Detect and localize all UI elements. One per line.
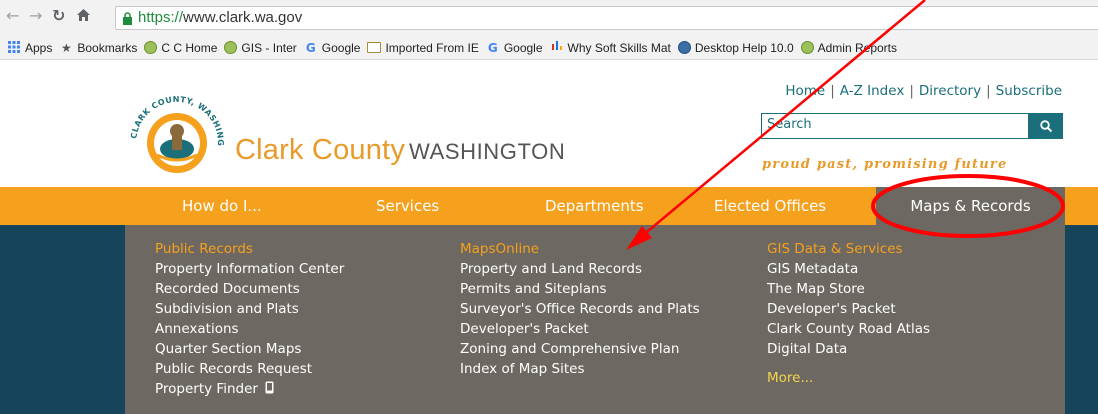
- dropdown-link[interactable]: GIS Metadata: [767, 259, 930, 279]
- dropdown-link[interactable]: Recorded Documents: [155, 279, 344, 299]
- dropdown-link[interactable]: Index of Map Sites: [460, 359, 700, 379]
- dropdown-column-mapsonline: MapsOnline Property and Land Records Per…: [460, 239, 700, 379]
- bookmarks-bar: Apps ★ Bookmarks C C Home GIS - Inter G Go…: [0, 36, 1098, 60]
- search-input[interactable]: Search: [761, 113, 1029, 139]
- utility-nav: Home | A-Z Index | Directory | Subscribe: [785, 83, 1062, 99]
- utility-link-directory[interactable]: Directory: [919, 83, 981, 99]
- dropdown-link[interactable]: Clark County Road Atlas: [767, 319, 930, 339]
- search-icon: [1039, 119, 1052, 132]
- reload-icon[interactable]: ↻: [52, 8, 65, 24]
- dropdown-link-property-finder[interactable]: Property Finder: [155, 379, 344, 399]
- brand-state: WASHINGTON: [409, 139, 566, 164]
- bookmark-imported-from-ie[interactable]: Imported From IE: [367, 41, 479, 55]
- county-seal-logo[interactable]: CLARK COUNTY, WASHINGTON: [122, 81, 232, 191]
- dropdown-column-gis: GIS Data & Services GIS Metadata The Map…: [767, 239, 930, 388]
- dropdown-link[interactable]: Digital Data: [767, 339, 930, 359]
- bookmark-apps[interactable]: Apps: [7, 40, 52, 55]
- back-arrow-icon[interactable]: ←: [6, 8, 19, 24]
- search-button[interactable]: [1029, 113, 1063, 139]
- home-icon[interactable]: [76, 8, 91, 25]
- nav-departments[interactable]: Departments: [545, 187, 644, 225]
- dropdown-link[interactable]: Zoning and Comprehensive Plan: [460, 339, 700, 359]
- more-link[interactable]: More...: [767, 368, 930, 388]
- dropdown-link[interactable]: Annexations: [155, 319, 344, 339]
- address-bar[interactable]: https://www.clark.wa.gov: [115, 6, 1098, 30]
- divider: |: [986, 83, 991, 99]
- bookmark-admin-reports[interactable]: Admin Reports: [800, 41, 897, 55]
- globe-icon: [144, 41, 158, 54]
- nav-maps-and-records[interactable]: Maps & Records: [876, 187, 1065, 225]
- url-text: https://www.clark.wa.gov: [138, 9, 303, 26]
- google-icon: G: [487, 40, 498, 55]
- globe-icon: [800, 41, 814, 54]
- site-header: CLARK COUNTY, WASHINGTON Clark CountyWAS…: [0, 61, 1098, 187]
- column-heading[interactable]: MapsOnline: [460, 239, 700, 259]
- divider: |: [909, 83, 914, 99]
- nav-elected-offices[interactable]: Elected Offices: [714, 187, 826, 225]
- main-nav: How do I... Services Departments Elected…: [0, 187, 1098, 225]
- dropdown-link[interactable]: Property and Land Records: [460, 259, 700, 279]
- nav-services[interactable]: Services: [376, 187, 439, 225]
- dropdown-column-public-records: Public Records Property Information Cent…: [155, 239, 344, 399]
- forward-arrow-icon[interactable]: →: [29, 8, 42, 24]
- utility-link-home[interactable]: Home: [785, 83, 825, 99]
- maps-records-dropdown: Public Records Property Information Cent…: [125, 225, 1065, 414]
- dropdown-link[interactable]: Subdivision and Plats: [155, 299, 344, 319]
- dropdown-link[interactable]: Surveyor's Office Records and Plats: [460, 299, 700, 319]
- esri-globe-icon: [677, 41, 691, 54]
- mobile-phone-icon: [265, 381, 274, 394]
- bookmark-desktop-help[interactable]: Desktop Help 10.0: [677, 41, 794, 55]
- bookmark-bookmarks[interactable]: ★ Bookmarks: [59, 41, 137, 55]
- star-icon: ★: [60, 40, 72, 55]
- google-icon: G: [305, 40, 316, 55]
- bookmark-google[interactable]: G Google: [304, 41, 361, 55]
- globe-icon: [224, 41, 238, 54]
- bookmark-gis-inter[interactable]: GIS - Inter: [224, 41, 297, 55]
- lock-icon: [123, 12, 132, 25]
- divider: |: [830, 83, 835, 99]
- column-heading[interactable]: GIS Data & Services: [767, 239, 930, 259]
- dropdown-link[interactable]: Property Information Center: [155, 259, 344, 279]
- tagline: proud past, promising future: [762, 157, 1008, 172]
- dropdown-link[interactable]: Developer's Packet: [767, 299, 930, 319]
- bookmark-soft-skills[interactable]: Why Soft Skills Mat: [550, 40, 671, 55]
- brand-title[interactable]: Clark County WASHINGTON: [235, 134, 565, 167]
- dropdown-link[interactable]: Developer's Packet: [460, 319, 700, 339]
- browser-toolbar: ← → ↻ https://www.clark.wa.gov: [0, 0, 1098, 36]
- dropdown-link[interactable]: Public Records Request: [155, 359, 344, 379]
- bookmark-google-2[interactable]: G Google: [486, 41, 543, 55]
- apps-grid-icon: [7, 40, 21, 55]
- utility-link-a-z-index[interactable]: A-Z Index: [840, 83, 905, 99]
- dropdown-link[interactable]: Permits and Siteplans: [460, 279, 700, 299]
- column-heading[interactable]: Public Records: [155, 239, 344, 259]
- dropdown-link[interactable]: The Map Store: [767, 279, 930, 299]
- folder-icon: [367, 42, 382, 53]
- dropdown-link[interactable]: Quarter Section Maps: [155, 339, 344, 359]
- nav-how-do-i[interactable]: How do I...: [182, 187, 262, 225]
- brand-main: Clark County: [235, 134, 406, 166]
- bookmark-cc-home[interactable]: C C Home: [144, 41, 217, 55]
- bars-icon: [550, 40, 564, 55]
- dropdown-link-label: Property Finder: [155, 381, 258, 397]
- utility-link-subscribe[interactable]: Subscribe: [996, 83, 1062, 99]
